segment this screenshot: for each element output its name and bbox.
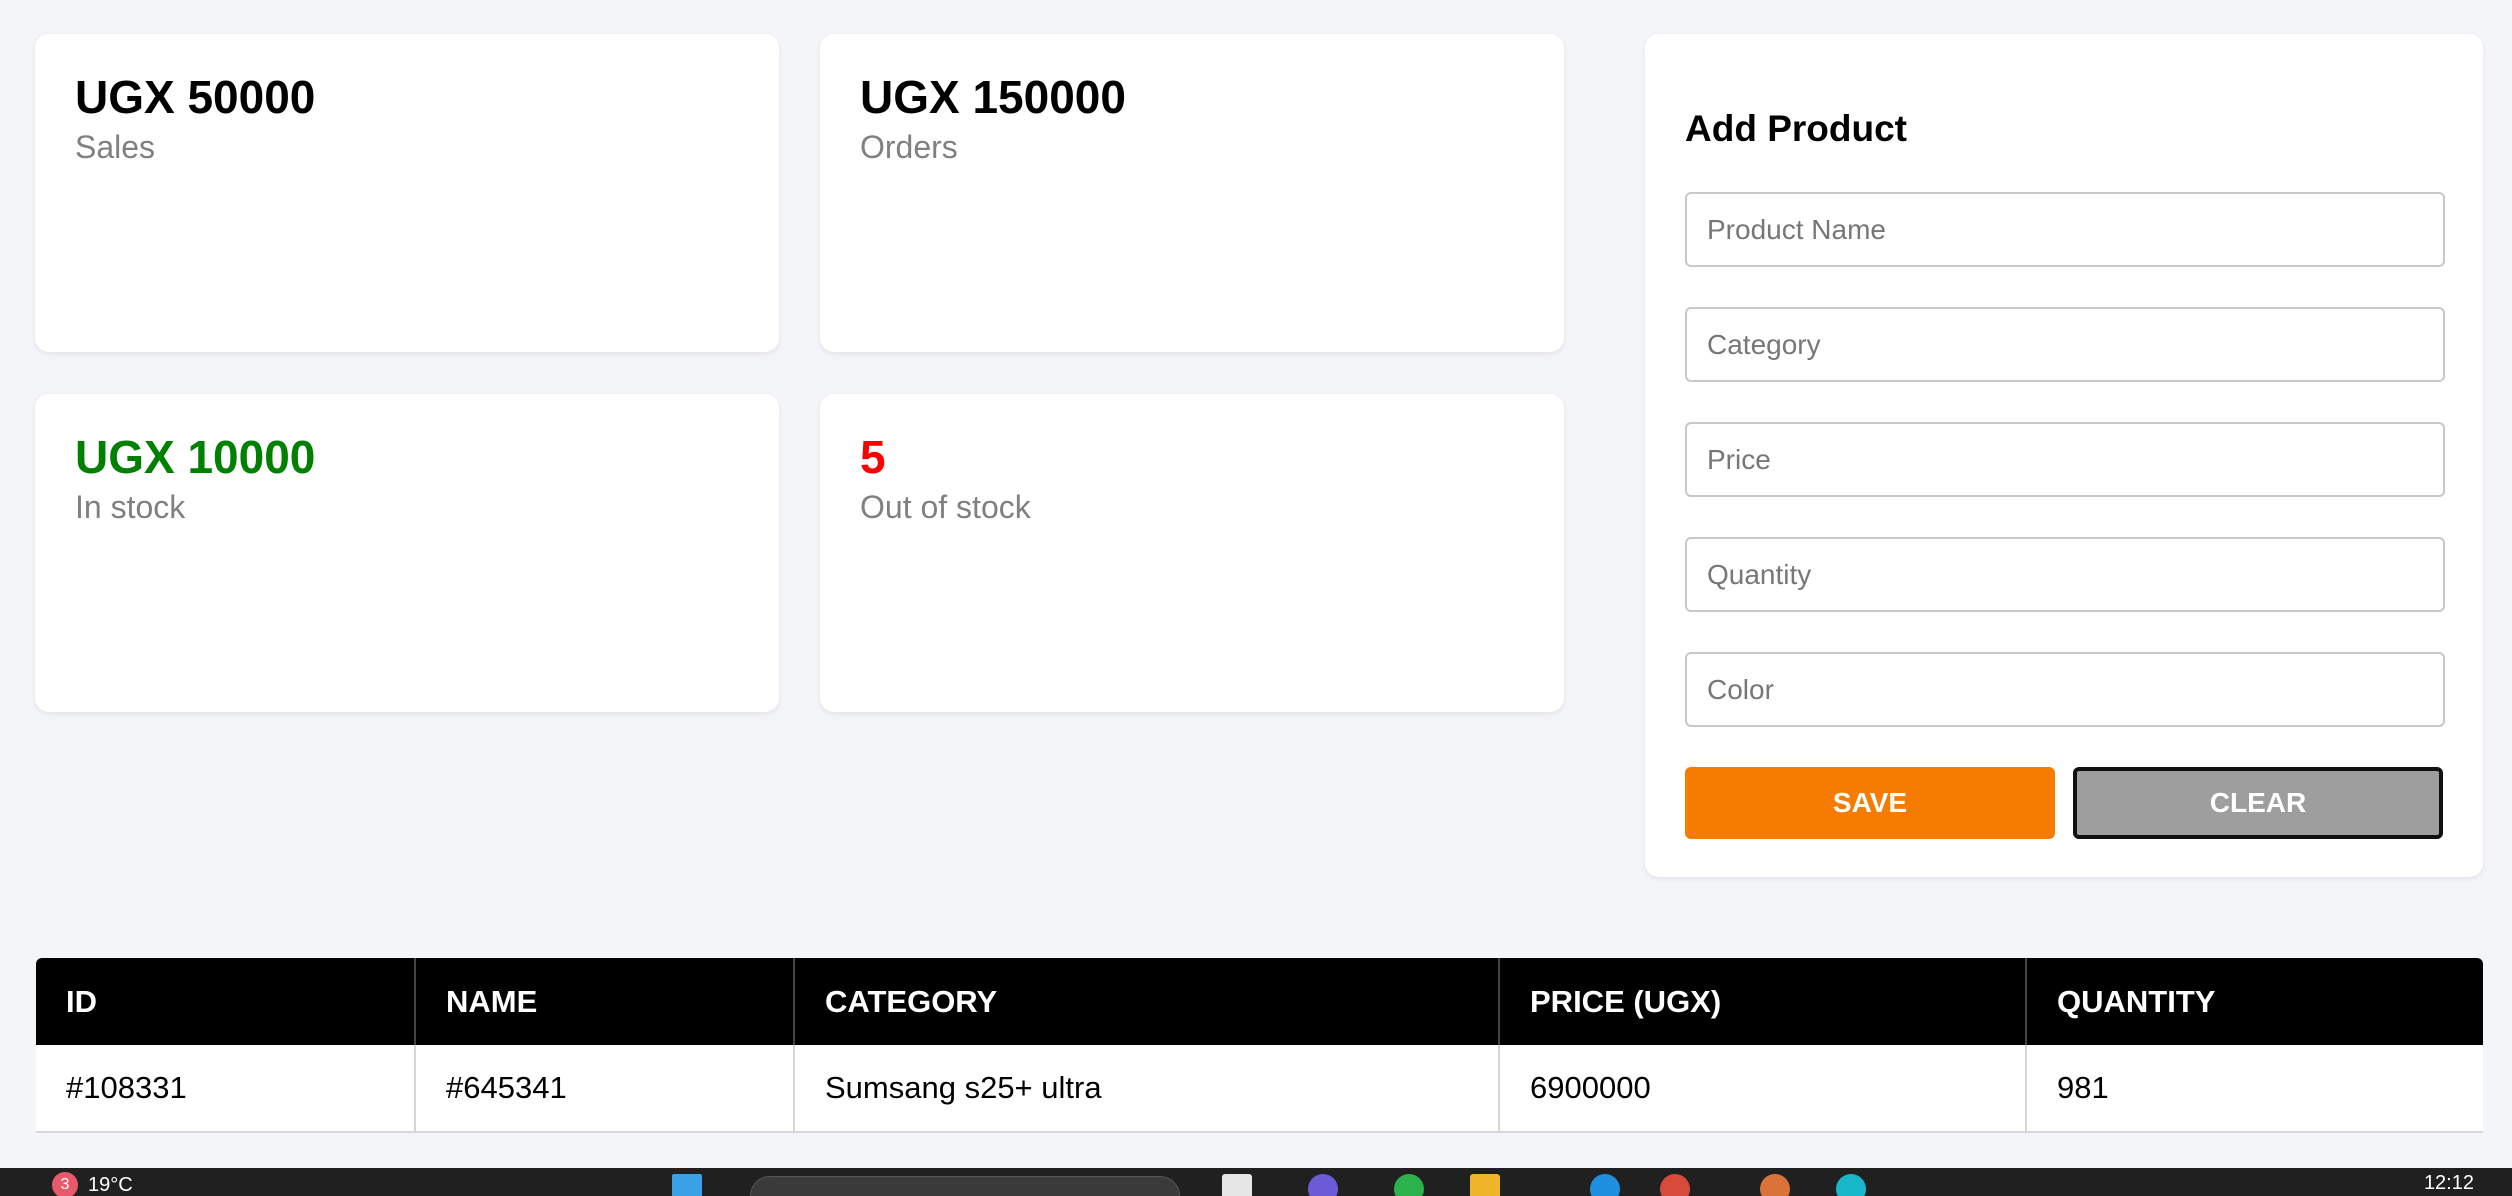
sales-value: UGX 50000 [75,71,316,123]
price-input[interactable] [1685,422,2445,497]
form-title: Add Product [1685,108,1907,149]
taskbar-search-box[interactable] [750,1176,1180,1196]
notification-badge: 3 [52,1172,78,1196]
color-input[interactable] [1685,652,2445,727]
weather-temperature: 19°C [88,1173,133,1196]
weather-widget[interactable]: 3 19°C [52,1172,133,1196]
cell-category: Sumsang s25+ ultra [794,1045,1500,1133]
in-stock-value: UGX 10000 [75,431,316,483]
cell-name: #645341 [415,1045,795,1133]
sales-label: Sales [75,128,156,165]
column-header-quantity: QUANTITY [2026,958,2483,1045]
task-view-icon[interactable] [1222,1174,1252,1196]
app-icon[interactable] [1394,1174,1424,1196]
clear-button[interactable]: CLEAR [2072,767,2443,839]
cell-quantity: 981 [2026,1045,2483,1133]
orders-card: UGX 150000 Orders [820,34,1564,352]
cell-price: 6900000 [1499,1045,2027,1133]
taskbar-clock[interactable]: 12:12 [2424,1172,2474,1195]
sales-card: UGX 50000 Sales [35,34,779,352]
orders-value: UGX 150000 [860,71,1126,123]
column-header-id: ID [36,958,416,1045]
in-stock-card: UGX 10000 In stock [35,394,779,712]
out-of-stock-card: 5 Out of stock [820,394,1564,712]
in-stock-label: In stock [75,488,186,525]
windows-start-icon[interactable] [672,1174,702,1196]
orders-label: Orders [860,128,958,165]
column-header-price: PRICE (UGX) [1499,958,2027,1045]
out-of-stock-value: 5 [860,431,886,483]
os-taskbar: 3 19°C 12:12 [0,1168,2512,1196]
edge-icon[interactable] [1590,1174,1620,1196]
app-icon[interactable] [1836,1174,1866,1196]
column-header-category: CATEGORY [794,958,1500,1045]
app-icon[interactable] [1308,1174,1338,1196]
table-row[interactable]: #108331 #645341 Sumsang s25+ ultra 69000… [36,1045,2483,1133]
table-header-row: ID NAME CATEGORY PRICE (UGX) QUANTITY [36,958,2483,1045]
product-name-input[interactable] [1685,192,2445,267]
category-input[interactable] [1685,307,2445,382]
products-table: ID NAME CATEGORY PRICE (UGX) QUANTITY #1… [36,958,2483,1133]
file-explorer-icon[interactable] [1470,1174,1500,1196]
out-of-stock-label: Out of stock [860,488,1031,525]
save-button[interactable]: SAVE [1685,767,2055,839]
chrome-icon[interactable] [1660,1174,1690,1196]
column-header-name: NAME [415,958,795,1045]
cell-id: #108331 [36,1045,416,1133]
add-product-form: Add Product SAVE CLEAR [1645,34,2483,877]
app-icon[interactable] [1760,1174,1790,1196]
quantity-input[interactable] [1685,537,2445,612]
form-actions: SAVE CLEAR [1685,767,2443,839]
